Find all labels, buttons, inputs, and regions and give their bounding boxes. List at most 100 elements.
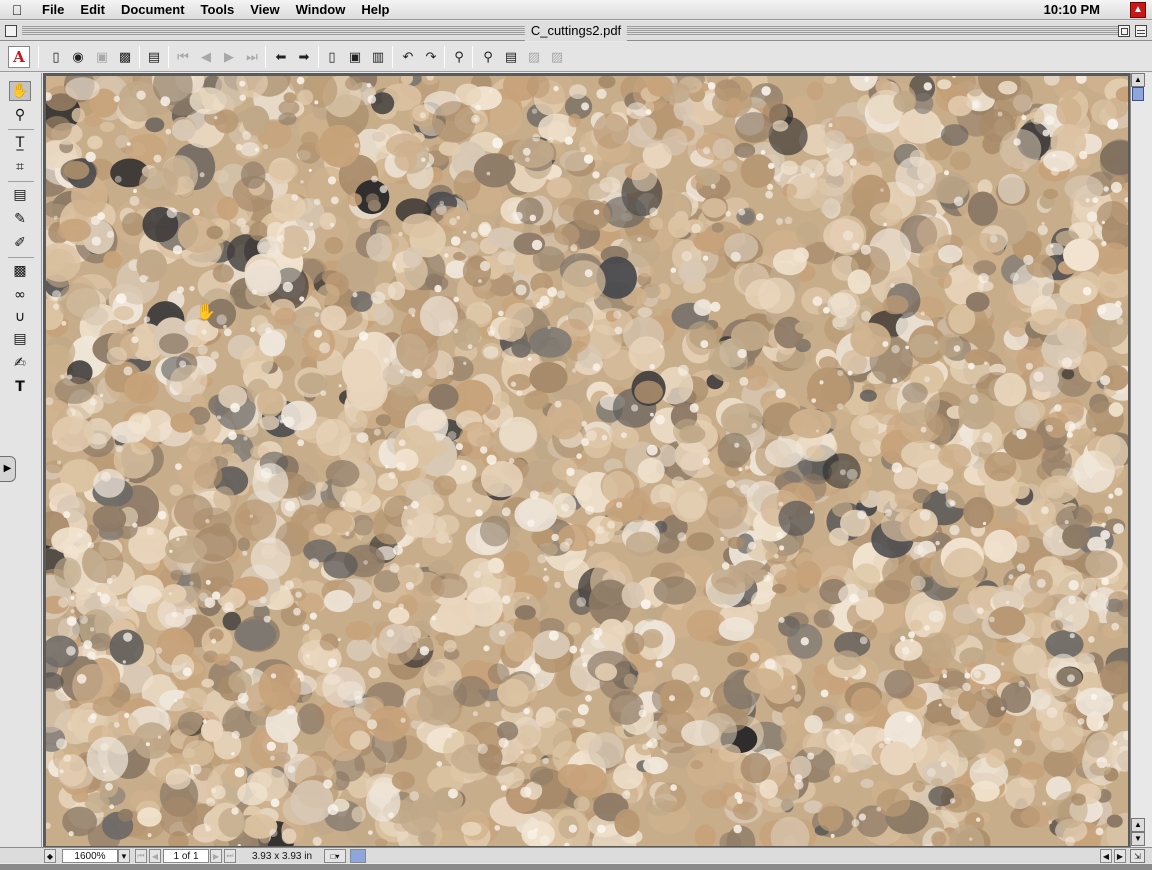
grain-highlight [1064,836,1076,846]
grain-highlight [105,782,113,791]
fit-width-icon[interactable]: ▥ [368,47,388,67]
page-layout-menu-icon[interactable]: □▾ [324,849,346,863]
crop-tool-icon[interactable]: ⌗ [9,157,31,177]
grain-highlight [527,357,532,361]
note-tool-icon[interactable]: ▤ [9,185,31,205]
horizontal-scroll-thumb[interactable] [350,849,366,863]
sand-grain [958,690,977,712]
sand-grain [659,679,693,715]
movie-tool-icon[interactable]: ▩ [9,261,31,281]
menu-file[interactable]: File [34,0,72,20]
previous-page-icon[interactable]: ◀ [196,47,216,67]
scroll-thumb[interactable] [1132,87,1144,101]
scroll-left-icon[interactable]: ◀ [1100,849,1112,863]
grain-highlight [809,172,815,178]
rotate-left-icon[interactable]: ↶ [398,47,418,67]
sand-grain [51,527,92,555]
sand-grain [569,84,587,99]
text-select-tool-icon[interactable]: T̲ [9,133,31,153]
menu-edit[interactable]: Edit [72,0,113,20]
menu-clock[interactable]: 10:10 PM [1044,0,1100,20]
next-highlight-icon[interactable]: ▨ [547,47,567,67]
menu-document[interactable]: Document [113,0,193,20]
form-tool-icon[interactable]: ▤ [9,329,31,349]
sand-grain [459,240,480,256]
last-page-icon[interactable]: ⏭ [242,47,262,67]
sand-grain [994,76,1033,118]
status-next-page-icon[interactable]: ▶ [210,849,222,863]
sand-grain [461,821,482,836]
grain-highlight [132,522,138,528]
resize-grip-icon[interactable]: ⇲ [1130,849,1145,863]
grain-highlight [76,674,87,684]
document-view[interactable]: ✋ [43,73,1130,847]
grain-highlight [386,629,395,638]
grain-highlight [303,246,307,251]
grain-highlight [206,797,216,807]
status-previous-page-icon[interactable]: ◀ [149,849,161,863]
zoom-field[interactable]: 1600% [62,849,118,863]
open-web-icon[interactable]: ◉ [68,47,88,67]
digital-signature-tool-icon[interactable]: ✍ [9,353,31,373]
save-icon[interactable]: ▣ [92,47,112,67]
sand-grain [850,687,882,717]
rotate-right-icon[interactable]: ↷ [421,47,441,67]
status-first-page-icon[interactable]: ⏮ [135,849,147,863]
grain-highlight [431,615,437,621]
menu-tools[interactable]: Tools [193,0,243,20]
vertical-scrollbar[interactable]: ▲ ▲ ▼ [1130,73,1145,847]
search-icon[interactable]: ⚲ [478,47,498,67]
zoom-dropdown-icon[interactable]: ▼ [118,849,130,863]
scroll-up-icon[interactable]: ▲ [1131,818,1145,832]
grain-highlight [216,415,222,420]
sand-grain [994,372,1027,407]
link-tool-icon[interactable]: ∞ [9,285,31,305]
apple-icon[interactable]:  [0,2,34,18]
next-page-icon[interactable]: ▶ [219,47,239,67]
collapse-box-icon[interactable] [1135,25,1147,37]
sand-grain [694,824,716,846]
page-number-field[interactable]: 1 of 1 [163,849,209,863]
open-icon[interactable]: ▯ [46,47,66,67]
page-layout-icon[interactable]: ◆ [44,849,56,863]
go-back-icon[interactable]: ⬅ [271,47,291,67]
go-forward-icon[interactable]: ➡ [294,47,314,67]
status-last-page-icon[interactable]: ⏭ [224,849,236,863]
grain-highlight [59,374,65,379]
sand-grain [83,306,109,326]
show-hide-navigation-icon[interactable]: ▤ [144,47,164,67]
sand-grain [725,97,743,115]
close-box-icon[interactable] [5,25,17,37]
touchup-text-tool-icon[interactable]: T [9,377,31,397]
article-tool-icon[interactable]: ∪ [9,307,31,327]
menu-window[interactable]: Window [288,0,354,20]
grain-highlight [660,345,663,349]
print-icon[interactable]: ▩ [115,47,135,67]
grain-highlight [972,384,977,388]
grain-highlight [1064,421,1076,433]
grain-highlight [583,154,594,164]
find-icon[interactable]: ⚲ [449,47,469,67]
fit-page-icon[interactable]: ▣ [345,47,365,67]
zoom-box-icon[interactable] [1118,25,1130,37]
hand-tool-icon[interactable]: ✋ [9,81,31,101]
acrobat-app-icon[interactable]: ▲ [1130,2,1146,18]
pencil-tool-icon[interactable]: ✎ [9,209,31,229]
search-results-icon[interactable]: ▤ [501,47,521,67]
highlight-tool-icon[interactable]: ✐ [9,233,31,253]
toolbar: A ▯ ◉ ▣ ▩ ▤ ⏮ ◀ ▶ ⏭ ⬅ ➡ ▯ ▣ ▥ ↶ ↷ ⚲ ⚲ ▤ … [0,42,1152,72]
menu-help[interactable]: Help [353,0,397,20]
window-title-bar[interactable]: C_cuttings2.pdf [0,21,1152,41]
navigation-pane-tab[interactable]: ▶ [0,456,16,482]
scroll-up-icon[interactable]: ▲ [1131,73,1145,87]
sand-grain [1061,368,1075,380]
sand-grain [65,77,100,101]
scroll-right-icon[interactable]: ▶ [1114,849,1126,863]
menu-view[interactable]: View [242,0,287,20]
scroll-down-icon[interactable]: ▼ [1131,832,1145,846]
first-page-icon[interactable]: ⏮ [173,47,193,67]
sand-grain [772,120,789,132]
actual-size-icon[interactable]: ▯ [322,47,342,67]
zoom-tool-icon[interactable]: ⚲ [9,105,31,125]
previous-highlight-icon[interactable]: ▨ [524,47,544,67]
